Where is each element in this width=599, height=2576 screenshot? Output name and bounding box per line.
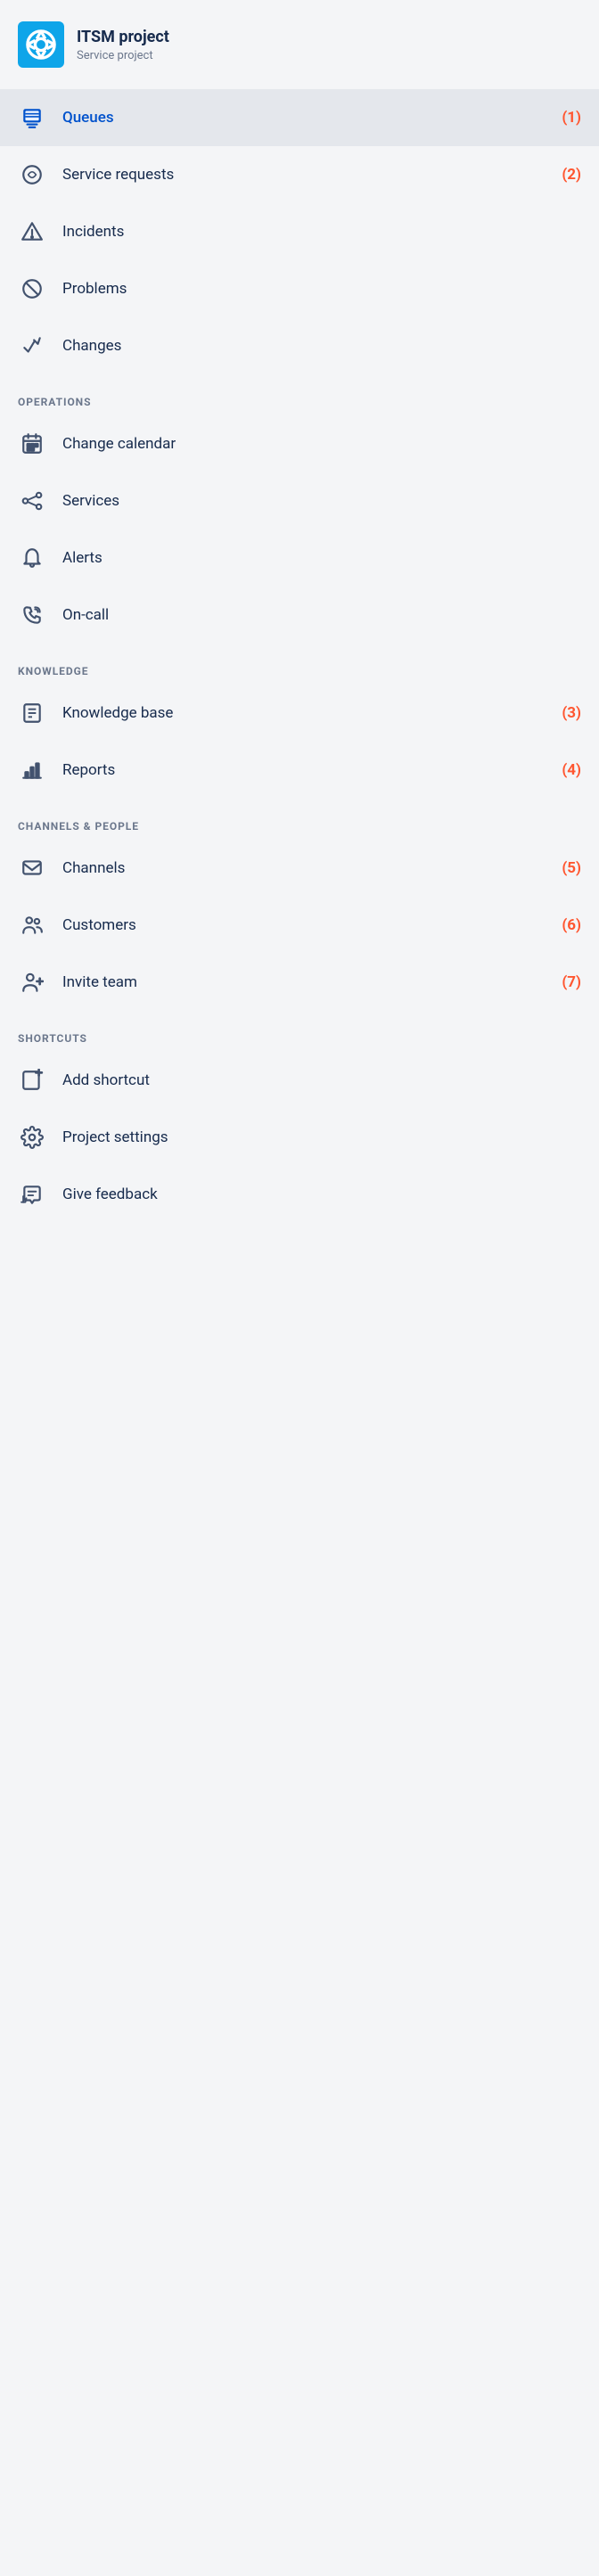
knowledge-base-icon xyxy=(18,699,46,727)
sidebar-item-problems[interactable]: Problems xyxy=(0,260,599,317)
sidebar: ITSM project Service project Queues (1) xyxy=(0,0,599,1223)
change-calendar-label: Change calendar xyxy=(62,435,581,453)
invite-team-badge: (7) xyxy=(562,973,581,991)
section-header-knowledge: KNOWLEDGE xyxy=(0,644,599,685)
sidebar-item-incidents[interactable]: Incidents xyxy=(0,203,599,260)
sidebar-item-reports[interactable]: Reports (4) xyxy=(0,742,599,799)
section-header-channels-people: CHANNELS & PEOPLE xyxy=(0,799,599,840)
project-info: ITSM project Service project xyxy=(77,27,169,62)
queue-icon xyxy=(18,103,46,132)
service-requests-icon xyxy=(18,160,46,189)
queues-label: Queues xyxy=(62,109,542,127)
project-name: ITSM project xyxy=(77,27,169,47)
services-icon xyxy=(18,487,46,515)
channels-badge: (5) xyxy=(562,859,581,877)
sidebar-item-on-call[interactable]: On-call xyxy=(0,587,599,644)
services-label: Services xyxy=(62,492,581,510)
sidebar-item-invite-team[interactable]: Invite team (7) xyxy=(0,954,599,1011)
reports-icon xyxy=(18,756,46,784)
sidebar-item-change-calendar[interactable]: Change calendar xyxy=(0,415,599,472)
customers-label: Customers xyxy=(62,916,542,934)
problems-label: Problems xyxy=(62,280,581,298)
channels-label: Channels xyxy=(62,859,542,877)
queues-badge: (1) xyxy=(562,109,581,127)
add-shortcut-label: Add shortcut xyxy=(62,1071,581,1089)
customers-badge: (6) xyxy=(562,916,581,934)
sidebar-item-give-feedback[interactable]: Give feedback xyxy=(0,1166,599,1223)
on-call-icon xyxy=(18,601,46,629)
project-logo xyxy=(18,21,64,68)
alerts-label: Alerts xyxy=(62,549,581,567)
service-requests-label: Service requests xyxy=(62,166,542,184)
reports-badge: (4) xyxy=(562,761,581,779)
sidebar-item-add-shortcut[interactable]: Add shortcut xyxy=(0,1052,599,1109)
give-feedback-label: Give feedback xyxy=(62,1185,581,1203)
reports-label: Reports xyxy=(62,761,542,779)
sidebar-item-changes[interactable]: Changes xyxy=(0,317,599,374)
sidebar-item-queues[interactable]: Queues (1) xyxy=(0,89,599,146)
section-header-operations: OPERATIONS xyxy=(0,374,599,415)
problems-icon xyxy=(18,275,46,303)
sidebar-item-channels[interactable]: Channels (5) xyxy=(0,840,599,897)
incidents-label: Incidents xyxy=(62,223,581,241)
channels-icon xyxy=(18,854,46,882)
sidebar-item-knowledge-base[interactable]: Knowledge base (3) xyxy=(0,685,599,742)
sidebar-item-alerts[interactable]: Alerts xyxy=(0,529,599,587)
gear-icon xyxy=(18,1123,46,1152)
invite-team-icon xyxy=(18,968,46,997)
knowledge-base-label: Knowledge base xyxy=(62,704,542,722)
changes-label: Changes xyxy=(62,337,581,355)
change-calendar-icon xyxy=(18,430,46,458)
service-requests-badge: (2) xyxy=(562,166,581,184)
incidents-icon xyxy=(18,217,46,246)
section-header-shortcuts: SHORTCUTS xyxy=(0,1011,599,1052)
on-call-label: On-call xyxy=(62,606,581,624)
sidebar-item-customers[interactable]: Customers (6) xyxy=(0,897,599,954)
alerts-icon xyxy=(18,544,46,572)
add-shortcut-icon xyxy=(18,1066,46,1095)
project-settings-label: Project settings xyxy=(62,1128,581,1146)
sidebar-item-service-requests[interactable]: Service requests (2) xyxy=(0,146,599,203)
knowledge-base-badge: (3) xyxy=(562,704,581,722)
feedback-icon xyxy=(18,1180,46,1209)
sidebar-item-services[interactable]: Services xyxy=(0,472,599,529)
project-type: Service project xyxy=(77,49,169,62)
changes-icon xyxy=(18,332,46,360)
customers-icon xyxy=(18,911,46,939)
invite-team-label: Invite team xyxy=(62,973,542,991)
sidebar-item-project-settings[interactable]: Project settings xyxy=(0,1109,599,1166)
project-header: ITSM project Service project xyxy=(0,0,599,89)
